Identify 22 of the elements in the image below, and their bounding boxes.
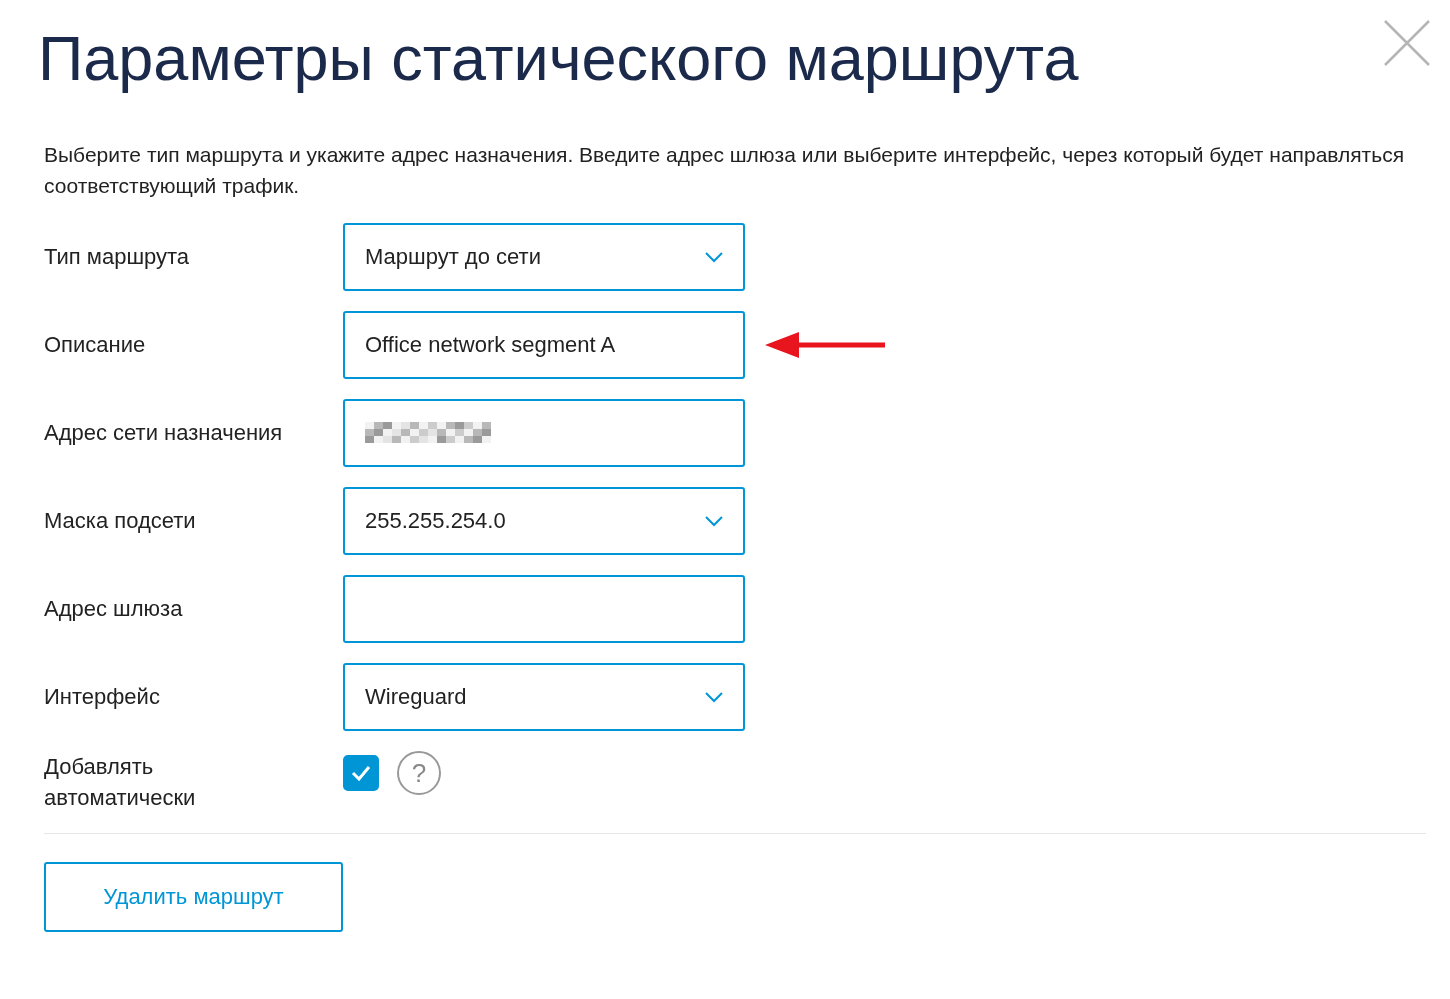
description-text: Выберите тип маршрута и укажите адрес назначения. Введите адрес шлюза или выберите интерфейс, через который будет направляться соответствующий трафик.	[44, 142, 1406, 200]
field-label: Адрес шлюза	[44, 596, 184, 623]
field-label: Интерфейс	[44, 684, 161, 711]
input-field[interactable]: Office network segment A	[343, 311, 745, 380]
field-label: Маска подсети	[44, 508, 197, 535]
help-button[interactable]: ?	[397, 751, 441, 796]
chevron-down-icon	[705, 515, 723, 527]
close-icon[interactable]	[1384, 20, 1430, 66]
checkbox[interactable]	[343, 755, 379, 792]
chevron-down-icon	[705, 251, 723, 263]
field-label: Адрес сети назначения	[44, 420, 284, 447]
dialog-title: Параметры статического маршрута	[38, 24, 1079, 94]
chevron-down-icon	[705, 691, 723, 703]
input-field[interactable]	[343, 575, 745, 644]
dropdown[interactable]: Wireguard	[343, 663, 745, 732]
dropdown[interactable]: 255.255.254.0	[343, 487, 745, 556]
checkmark-icon	[351, 765, 371, 782]
field-label: Описание	[44, 332, 147, 359]
field-label: Добавлять автоматически	[44, 753, 197, 813]
dropdown[interactable]: Маршрут до сети	[343, 223, 745, 292]
input-field[interactable]	[343, 399, 745, 468]
field-label: Тип маршрута	[44, 244, 191, 271]
